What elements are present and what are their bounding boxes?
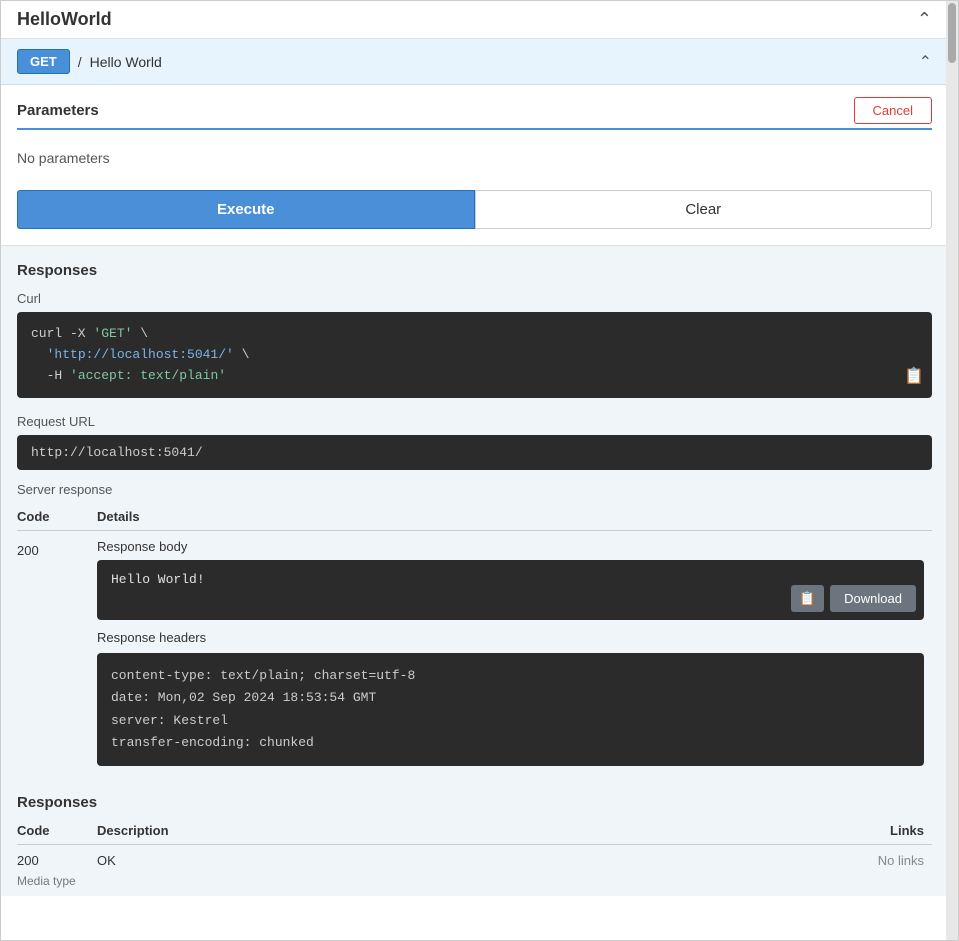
- server-response-section: Server response Code Details 200 Respons…: [1, 482, 948, 777]
- responses-title: Responses: [17, 262, 932, 291]
- main-window: HelloWorld ⌃ GET / Hello World ⌃ Paramet…: [0, 0, 959, 941]
- desc-code: 200: [17, 844, 97, 868]
- cancel-button[interactable]: Cancel: [854, 97, 932, 124]
- download-button[interactable]: Download: [830, 585, 916, 612]
- col-code-header: Code: [17, 505, 97, 531]
- response-header-4: transfer-encoding: chunked: [111, 732, 910, 754]
- action-buttons: Execute Clear: [17, 190, 932, 229]
- responses-desc-section: Responses Code Description Links 200 OK …: [1, 778, 948, 868]
- response-code: 200: [17, 531, 97, 766]
- parameters-label: Parameters: [17, 102, 99, 119]
- scrollbar-thumb[interactable]: [948, 3, 956, 63]
- response-details-cell: Response body Hello World! 📋 Download Re…: [97, 531, 932, 766]
- curl-code-block: curl -X 'GET' \ 'http://localhost:5041/'…: [17, 312, 932, 398]
- curl-copy-icon[interactable]: 📋: [904, 365, 924, 391]
- endpoint-bar: GET / Hello World ⌃: [1, 39, 948, 85]
- request-url-value: http://localhost:5041/: [17, 435, 932, 470]
- curl-label: Curl: [17, 291, 932, 306]
- endpoint-path: Hello World: [90, 54, 162, 70]
- scrollbar[interactable]: [946, 1, 958, 940]
- responses-desc-title: Responses: [17, 794, 932, 811]
- response-header-1: content-type: text/plain; charset=utf-8: [111, 665, 910, 687]
- desc-description: OK: [97, 844, 593, 868]
- desc-col-links: Links: [593, 819, 932, 845]
- server-response-label: Server response: [17, 482, 932, 497]
- endpoint-collapse-icon[interactable]: ⌃: [919, 52, 932, 72]
- no-parameters-text: No parameters: [17, 142, 932, 182]
- col-details-header: Details: [97, 505, 932, 531]
- title-bar: HelloWorld ⌃: [1, 1, 948, 39]
- curl-line1: curl -X 'GET' \: [31, 324, 918, 345]
- responses-header-section: Responses: [1, 246, 948, 291]
- response-headers-block: content-type: text/plain; charset=utf-8 …: [97, 653, 924, 765]
- request-url-section: Request URL http://localhost:5041/: [1, 414, 948, 482]
- request-url-label: Request URL: [17, 414, 932, 429]
- execute-button[interactable]: Execute: [17, 190, 475, 229]
- response-header-2: date: Mon,02 Sep 2024 18:53:54 GMT: [111, 687, 910, 709]
- table-row: 200 Response body Hello World! 📋 Downloa…: [17, 531, 932, 766]
- media-type-label: Media type: [1, 868, 948, 896]
- collapse-window-button[interactable]: ⌃: [917, 9, 932, 30]
- desc-col-code: Code: [17, 819, 97, 845]
- table-row: 200 OK No links: [17, 844, 932, 868]
- parameters-header: Parameters Cancel: [17, 85, 932, 130]
- http-method-badge: GET: [17, 49, 70, 74]
- response-body-block: Hello World! 📋 Download: [97, 560, 924, 620]
- response-body-label: Response body: [97, 539, 924, 554]
- response-body-copy-icon[interactable]: 📋: [791, 585, 824, 612]
- response-body-value: Hello World!: [111, 572, 205, 587]
- curl-line2: 'http://localhost:5041/' \: [31, 345, 918, 366]
- curl-line3: -H 'accept: text/plain': [31, 366, 918, 387]
- response-body-actions: 📋 Download: [791, 585, 916, 612]
- parameters-section: Parameters Cancel No parameters Execute …: [1, 85, 948, 246]
- server-response-table: Code Details 200 Response body Hello Wor…: [17, 505, 932, 765]
- response-headers-label: Response headers: [97, 630, 924, 645]
- response-header-3: server: Kestrel: [111, 710, 910, 732]
- endpoint-separator: /: [78, 54, 82, 70]
- window-title: HelloWorld: [17, 9, 112, 30]
- responses-desc-table: Code Description Links 200 OK No links: [17, 819, 932, 868]
- curl-section: Curl curl -X 'GET' \ 'http://localhost:5…: [1, 291, 948, 414]
- clear-button[interactable]: Clear: [475, 190, 933, 229]
- desc-links: No links: [593, 844, 932, 868]
- desc-col-description: Description: [97, 819, 593, 845]
